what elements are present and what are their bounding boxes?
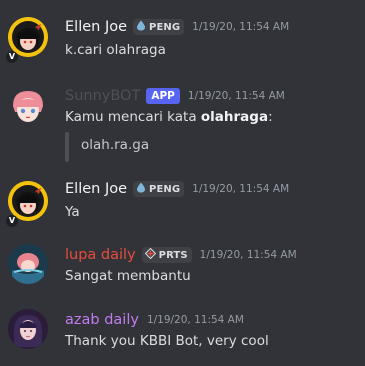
message-item: V Ellen Joe PENG 1/19/20, 11:54 AM Ya	[0, 170, 365, 232]
message-content: Kamu mencari kata olahraga:	[65, 107, 273, 127]
timestamp: 1/19/20, 11:54 AM	[192, 21, 290, 33]
username[interactable]: lupa daily	[65, 245, 136, 265]
message-header: lupa daily PRTS 1/19/20, 11:54 AM	[65, 245, 297, 265]
message-text-prefix: Kamu mencari kata	[65, 109, 201, 125]
server-tag[interactable]: PRTS	[141, 247, 192, 263]
message-text-suffix: :	[268, 109, 273, 125]
avatar-image	[8, 86, 48, 126]
server-tag[interactable]: PENG	[133, 19, 185, 35]
message-item: azab daily 1/19/20, 11:54 AM Thank you K…	[0, 296, 365, 366]
droplet-icon	[136, 182, 146, 196]
avatar[interactable]	[8, 309, 48, 349]
droplet-icon	[136, 20, 146, 34]
message-header: azab daily 1/19/20, 11:54 AM	[65, 310, 244, 330]
username[interactable]: azab daily	[65, 310, 139, 330]
timestamp: 1/19/20, 11:54 AM	[192, 183, 290, 195]
username[interactable]: Ellen Joe	[65, 17, 127, 37]
diamond-cross-icon	[144, 247, 156, 262]
embed-text: olah.ra.ga	[81, 137, 150, 153]
avatar-image	[8, 244, 48, 284]
embed-bar	[65, 132, 69, 162]
message-content: Sangat membantu	[65, 268, 191, 284]
username[interactable]: Ellen Joe	[65, 179, 127, 199]
message-content: k.cari olahraga	[65, 42, 166, 58]
chat-message-list: V Ellen Joe PENG 1/19/20, 11:54 AM k.car…	[0, 0, 365, 366]
message-item: SunnyBOT APP 1/19/20, 11:54 AM Kamu menc…	[0, 80, 365, 170]
message-header: Ellen Joe PENG 1/19/20, 11:54 AM	[65, 17, 289, 37]
avatar-image	[8, 309, 48, 349]
message-text-bold: olahraga	[200, 109, 269, 125]
avatar[interactable]	[8, 244, 48, 284]
message-item: lupa daily PRTS 1/19/20, 11:54 AM Sangat…	[0, 232, 365, 296]
app-tag: APP	[146, 88, 180, 104]
server-tag-label: PENG	[149, 183, 181, 195]
server-tag[interactable]: PENG	[133, 181, 185, 197]
message-header: Ellen Joe PENG 1/19/20, 11:54 AM	[65, 179, 289, 199]
server-tag-label: PRTS	[158, 249, 188, 261]
v-badge-icon: V	[6, 215, 18, 227]
timestamp: 1/19/20, 11:54 AM	[146, 314, 244, 326]
message-content: Thank you KBBI Bot, very cool	[65, 333, 269, 349]
timestamp: 1/19/20, 11:54 AM	[199, 249, 297, 261]
username[interactable]: SunnyBOT	[65, 86, 140, 106]
timestamp: 1/19/20, 11:54 AM	[187, 90, 285, 102]
server-tag-label: PENG	[149, 21, 181, 33]
v-badge-icon: V	[6, 51, 18, 63]
avatar[interactable]	[8, 86, 48, 126]
message-item: V Ellen Joe PENG 1/19/20, 11:54 AM k.car…	[0, 0, 365, 80]
message-header: SunnyBOT APP 1/19/20, 11:54 AM	[65, 86, 285, 106]
message-content: Ya	[65, 204, 80, 220]
